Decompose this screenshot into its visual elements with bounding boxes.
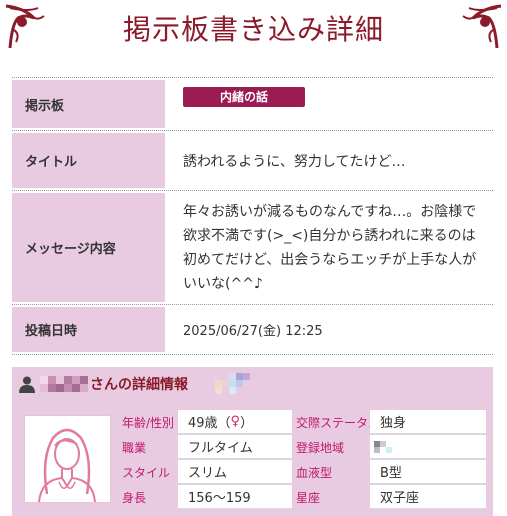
profile-section: さんの詳細情報 年齢/性別 49歳（ ♀） 交際ステータス 独身 職業 フルタイム…	[12, 367, 493, 516]
occupation-label: 職業	[122, 440, 147, 455]
height-label: 身長	[122, 490, 147, 505]
height-value: 156〜159	[178, 485, 292, 509]
age-gender-label: 年齢/性別	[122, 415, 175, 430]
message-value: 年々お誘いが減るものなんですね…。お陰様で欲求不満です(>_<)自分から誘われに…	[183, 203, 477, 292]
blood-type-value: B型	[370, 460, 486, 484]
page-title: 掲示板書き込み詳細	[122, 13, 384, 46]
occupation-value: フルタイム	[178, 435, 292, 459]
date-value: 2025/06/27(金) 12:25	[183, 324, 323, 339]
relationship-value: 独身	[370, 410, 486, 434]
board-badge[interactable]: 内緒の話	[183, 87, 305, 107]
relationship-label: 交際ステータス	[296, 415, 381, 430]
profile-row: 身長 156〜159 星座 双子座	[120, 485, 486, 509]
message-row: メッセージ内容 年々お誘いが減るものなんですね…。お陰様で欲求不満です(>_<)…	[12, 191, 493, 305]
region-label: 登録地域	[296, 440, 345, 455]
female-avatar-icon	[38, 428, 96, 503]
board-label: 掲示板	[12, 80, 165, 128]
blood-type-label: 血液型	[296, 465, 333, 480]
page-header: 掲示板書き込み詳細	[0, 0, 507, 60]
region-value	[370, 435, 486, 459]
username-mosaic	[40, 376, 88, 392]
date-row: 投稿日時 2025/06/27(金) 12:25	[12, 305, 493, 355]
title-row: タイトル 誘われるように、努力してたけど…	[12, 131, 493, 191]
pixelated-image	[208, 373, 257, 394]
profile-row: 年齢/性別 49歳（ ♀） 交際ステータス 独身	[120, 410, 486, 434]
age-gender-value: 49歳（ ♀）	[178, 410, 292, 434]
profile-row: スタイル スリム 血液型 B型	[120, 460, 486, 484]
person-icon	[19, 376, 35, 393]
zodiac-value: 双子座	[370, 485, 486, 509]
female-symbol-icon: ♀	[230, 414, 241, 429]
date-label: 投稿日時	[12, 307, 165, 352]
zodiac-label: 星座	[296, 490, 321, 505]
region-mosaic	[374, 440, 392, 453]
avatar[interactable]	[24, 415, 111, 503]
style-label: スタイル	[122, 465, 171, 480]
board-row: 掲示板 内緒の話	[12, 77, 493, 131]
title-value: 誘われるように、努力してたけど…	[165, 133, 493, 188]
message-label: メッセージ内容	[12, 193, 165, 302]
post-detail-table: 掲示板 内緒の話 タイトル 誘われるように、努力してたけど… メッセージ内容 年…	[12, 77, 493, 355]
style-value: スリム	[178, 460, 292, 484]
ornament-corner-icon	[462, 4, 502, 49]
profile-fields: 年齢/性別 49歳（ ♀） 交際ステータス 独身 職業 フルタイム 登録地域 スタ…	[120, 410, 486, 510]
profile-row: 職業 フルタイム 登録地域	[120, 435, 486, 459]
profile-header: さんの詳細情報	[18, 373, 188, 395]
profile-title: さんの詳細情報	[90, 377, 188, 393]
title-label: タイトル	[12, 133, 165, 188]
